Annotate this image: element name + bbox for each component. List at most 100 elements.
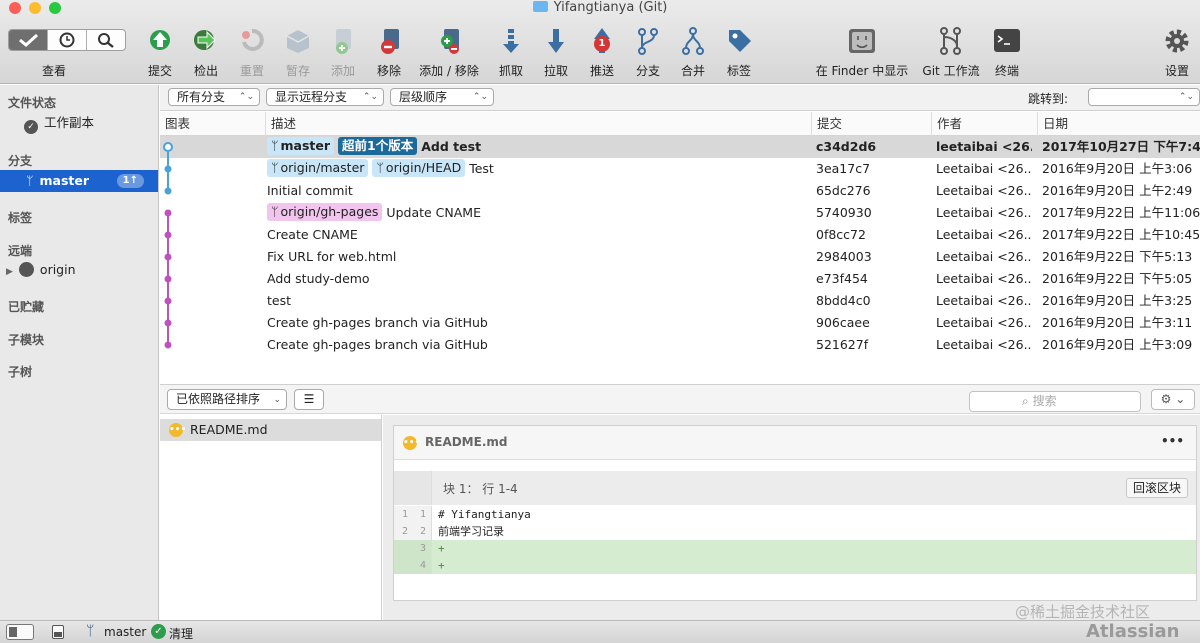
stash-button[interactable]: 暂存 [281,24,315,79]
checkout-icon [194,30,216,50]
git-flow-button[interactable]: Git 工作流 [918,24,984,79]
diff-line-context[interactable]: 2 2 前端学习记录 [394,523,1196,540]
line-code: 前端学习记录 [438,525,504,538]
column-description[interactable]: 描述 [265,112,811,136]
gear-icon: ⚙ ⌄ [1160,392,1186,406]
view-label: 查看 [42,64,67,78]
commit-button[interactable]: 提交 [143,24,177,79]
sidebar-remote-origin[interactable]: ▶ origin [0,259,158,281]
jump-to-dropdown[interactable]: ⌃⌄ [1088,88,1200,106]
commit-row[interactable]: test 8bdd4c0 Leetaibai <26... 2016年9月20日 上午… [160,290,1200,312]
ref-label[interactable]: ᛘ origin/HEAD [372,159,466,177]
ref-label[interactable]: ᛘ origin/master [267,159,369,177]
terminal-button[interactable]: 终端 [990,24,1024,79]
tag-icon [729,30,751,52]
remove-button[interactable]: 移除 [372,24,406,79]
push-button[interactable]: 1 推送 [585,24,619,79]
search-input[interactable]: ⌕ 搜索 [969,391,1141,412]
file-item-readme[interactable]: ••• README.md [160,419,381,441]
commit-table-header: 图表 描述 提交 作者 日期 [160,112,1200,136]
ref-name: origin/gh-pages [280,204,379,219]
diff-line-added[interactable]: 4 + [394,557,1196,574]
commit-graph [163,142,173,349]
ref-label[interactable]: ᛘ master [267,137,335,155]
commit-author: Leetaibai <26... [936,249,1032,264]
column-date[interactable]: 日期 [1037,112,1200,136]
ref-label[interactable]: ᛘ origin/gh-pages [267,203,383,221]
commit-row[interactable]: Fix URL for web.html 2984003 Leetaibai <26… [160,246,1200,268]
commit-description: ᛘ master 超前1个版本 Add test [267,136,807,158]
diff-line-added[interactable]: 3 + [394,540,1196,557]
merge-button[interactable]: 合并 [676,24,710,79]
status-branch: master [104,625,147,639]
commit-row[interactable]: Create CNAME 0f8cc72 Leetaibai <26... 2017年… [160,224,1200,246]
commit-description: Initial commit [267,180,807,202]
atlassian-brand: Atlassian [1086,621,1180,642]
commit-row[interactable]: Initial commit 65dc276 Leetaibai <26... 201… [160,180,1200,202]
disclosure-triangle-icon[interactable]: ▶ [6,267,13,277]
pull-arrow-icon [548,29,564,53]
rollback-hunk-button[interactable]: 回滚区块 [1125,478,1188,498]
folder-icon [532,1,548,12]
commit-row[interactable]: Create gh-pages branch via GitHub 521627f… [160,334,1200,356]
commit-description: ᛘ origin/master ᛘ origin/HEAD Test [267,158,807,180]
reset-button[interactable]: 重置 [235,24,269,79]
jump-to-label: 跳转到: [1028,92,1069,106]
diff-card: ••• README.md ••• 块 1： 行 1-4 回滚区块 1 1 # … [393,425,1197,601]
chevron-updown-icon: ⌃⌄ [238,92,254,102]
graph-node-head [163,142,173,152]
graph-node [164,165,172,173]
column-author[interactable]: 作者 [931,112,1037,136]
commit-row[interactable]: ᛘ origin/gh-pages Update CNAME 5740930 Leeta… [160,202,1200,224]
show-in-finder-button[interactable]: 在 Finder 中显示 [812,24,912,79]
remote-filter-dropdown[interactable]: 显示远程分支 ⌃⌄ [266,88,384,106]
checkout-button[interactable]: 检出 [189,24,223,79]
settings-button[interactable]: 设置 [1160,24,1194,79]
sort-dropdown[interactable]: 已依照路径排序 ⌄ [167,389,287,410]
working-copy-item[interactable]: ✓ 工作副本 [0,112,158,134]
branch-button[interactable]: 分支 [631,24,665,79]
pull-button[interactable]: 拉取 [539,24,573,79]
graph-node [164,253,172,261]
view-mode-segmented[interactable] [8,29,126,51]
add-remove-button[interactable]: 添加 / 移除 [414,24,484,79]
commit-row[interactable]: ᛘ origin/master ᛘ origin/HEAD Test 3ea17c7 Lee… [160,158,1200,180]
hunk-title: 块 1： 行 1-4 [443,482,518,496]
commit-row[interactable]: Create gh-pages branch via GitHub 906caee… [160,312,1200,334]
options-dropdown[interactable]: ⚙ ⌄ [1151,389,1195,410]
branch-icon: ᛘ [271,138,279,153]
commit-row[interactable]: Add study-demo e73f454 Leetaibai <26... 201… [160,268,1200,290]
order-dropdown[interactable]: 层级顺序 ⌃⌄ [390,88,494,106]
push-label: 推送 [589,64,614,78]
add-button[interactable]: 添加 [326,24,360,79]
tag-button[interactable]: 标签 [722,24,756,79]
sidebar-toggle-icon[interactable] [6,624,34,640]
sidebar-branch-master[interactable]: ᛘ master 1↑ [0,170,158,192]
column-commit[interactable]: 提交 [811,112,931,136]
more-options-icon[interactable]: ••• [1161,434,1184,448]
diff-line-context[interactable]: 1 1 # Yifangtianya [394,506,1196,523]
merge-label: 合并 [680,64,705,78]
commit-row[interactable]: ᛘ master 超前1个版本 Add test c34d2d6 leetaibai <2… [160,136,1200,158]
hunk-header: 块 1： 行 1-4 回滚区块 [394,471,1196,505]
commit-date: 2017年9月22日 上午11:06 [1042,205,1200,220]
list-view-button[interactable]: ☰ [294,389,324,410]
remove-file-icon [381,29,399,54]
graph-node [164,319,172,327]
commit-date: 2016年9月20日 上午3:06 [1042,161,1193,176]
branches-heading: 分支 [8,154,33,168]
fetch-button[interactable]: 抓取 [494,24,528,79]
branch-filter-value: 所有分支 [177,90,226,104]
graph-node [164,341,172,349]
branch-icon: ᛘ [26,173,34,188]
branch-filter-dropdown[interactable]: 所有分支 ⌃⌄ [168,88,260,106]
panel-toggle-icon[interactable] [52,625,64,639]
pull-label: 拉取 [543,64,568,78]
reset-icon [242,28,264,51]
add-remove-icon [441,29,459,54]
column-graph[interactable]: 图表 [160,112,265,136]
diff-header: ••• README.md ••• [394,426,1196,460]
commit-date: 2016年9月20日 上午3:25 [1042,293,1193,308]
line-gutter: 3 [394,540,432,557]
search-view-button[interactable] [87,30,125,50]
